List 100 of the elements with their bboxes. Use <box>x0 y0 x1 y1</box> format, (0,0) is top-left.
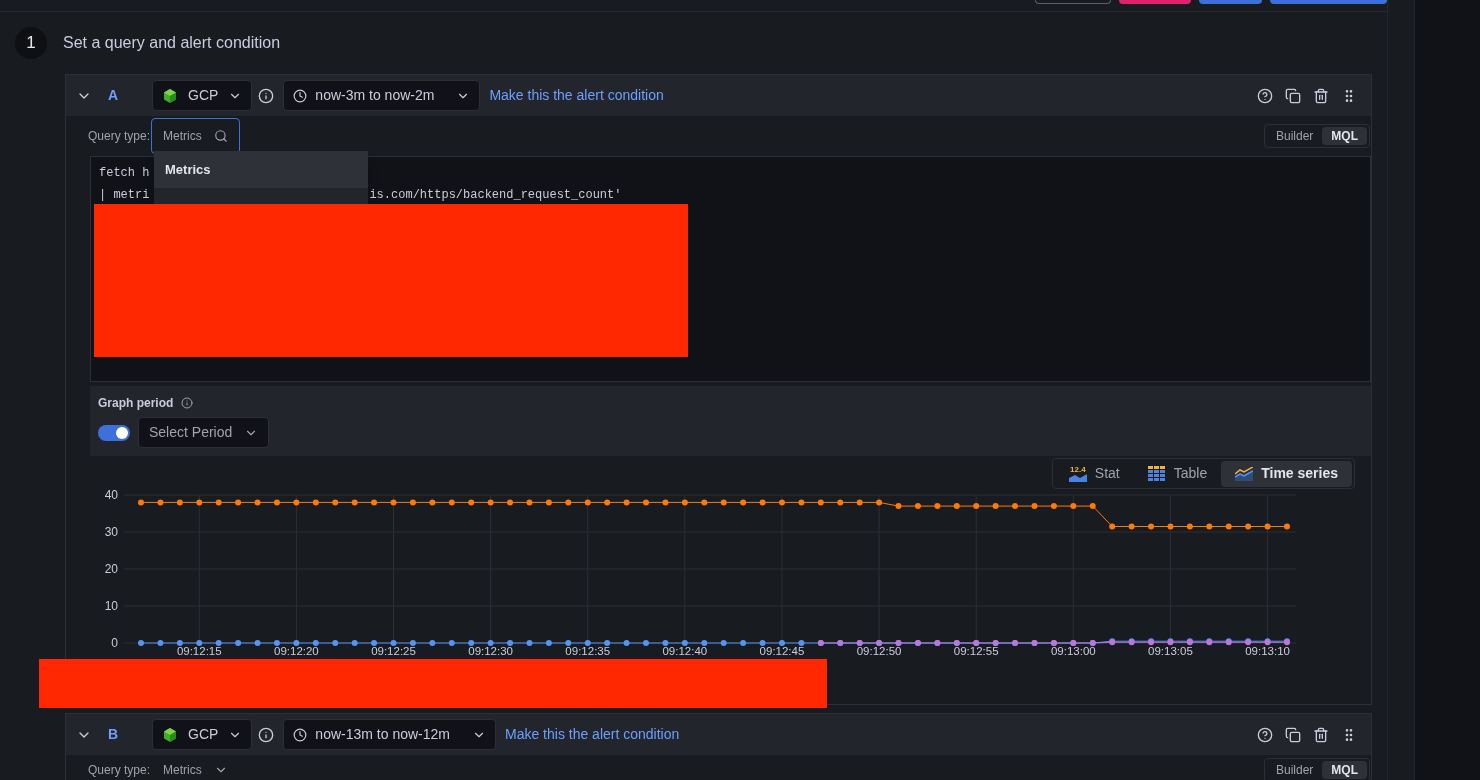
toggle-switch[interactable] <box>98 424 130 441</box>
query-type-select[interactable]: Metrics <box>151 752 240 780</box>
duplicate-icon[interactable] <box>1285 726 1301 743</box>
alert-condition-link[interactable]: Make this the alert condition <box>504 724 680 745</box>
y-axis-label: 40 <box>104 489 118 502</box>
point <box>273 640 280 646</box>
point <box>1225 523 1232 530</box>
point <box>584 499 591 506</box>
editor-mode-option[interactable]: MQL <box>1322 127 1367 145</box>
point <box>643 640 650 646</box>
point <box>487 499 494 506</box>
point <box>759 499 766 506</box>
delete-icon[interactable] <box>1313 726 1329 743</box>
x-axis-label: 09:13:10 <box>1245 645 1290 657</box>
point <box>740 640 747 646</box>
x-axis-label: 09:12:30 <box>468 645 513 657</box>
point <box>681 499 688 506</box>
point <box>371 640 378 646</box>
table-icon <box>1147 465 1166 482</box>
point <box>876 499 883 506</box>
point <box>351 499 358 506</box>
y-axis-label: 20 <box>104 562 118 576</box>
point <box>1186 523 1193 530</box>
delete-icon[interactable] <box>1313 87 1329 104</box>
help-icon[interactable] <box>1257 87 1273 104</box>
point <box>701 640 708 646</box>
clock-icon <box>293 727 308 742</box>
point <box>157 499 164 506</box>
point <box>196 499 203 506</box>
x-axis-label: 09:13:00 <box>1050 645 1096 657</box>
point <box>643 499 650 506</box>
point <box>293 499 300 506</box>
point <box>215 499 222 506</box>
help-icon[interactable] <box>1257 726 1273 743</box>
point <box>468 640 475 646</box>
point <box>1050 503 1057 510</box>
point <box>176 640 183 646</box>
point <box>1089 503 1096 510</box>
point <box>312 640 319 646</box>
point <box>409 499 416 506</box>
point <box>778 499 785 506</box>
point <box>545 640 552 646</box>
point <box>1109 523 1116 530</box>
line-chart-icon <box>1235 466 1254 481</box>
point <box>1284 523 1290 530</box>
hexagon-logo-icon <box>162 87 178 104</box>
x-axis-label: 09:12:55 <box>953 645 999 657</box>
toolbar-button[interactable] <box>1199 0 1262 4</box>
point <box>953 503 960 510</box>
visualization-option[interactable]: 12.4 Stat <box>1054 460 1134 487</box>
point <box>681 640 688 646</box>
point <box>507 499 514 506</box>
clock-icon <box>293 88 308 103</box>
point <box>623 499 630 506</box>
alert-condition-link[interactable]: Make this the alert condition <box>489 85 664 106</box>
editor-mode-option[interactable]: Builder <box>1266 127 1323 145</box>
point <box>371 499 378 506</box>
point <box>720 499 727 506</box>
point <box>720 640 727 646</box>
y-axis-label: 0 <box>111 636 118 650</box>
point <box>1070 503 1077 510</box>
point <box>817 499 824 506</box>
point <box>409 640 416 646</box>
point <box>740 499 747 506</box>
code-text: | metri <box>99 187 150 204</box>
editor-mode-option[interactable]: Builder <box>1266 761 1323 779</box>
point <box>895 503 902 510</box>
info-icon[interactable] <box>258 87 275 104</box>
point <box>798 499 805 506</box>
step-title: Set a query and alert condition <box>63 33 281 53</box>
point <box>487 640 494 646</box>
datasource-picker[interactable]: GCP <box>152 80 253 111</box>
point <box>1128 523 1135 530</box>
point <box>196 640 203 646</box>
point <box>390 640 397 646</box>
visualization-option[interactable]: Time series <box>1221 460 1352 487</box>
point <box>1264 523 1271 530</box>
duplicate-icon[interactable] <box>1285 87 1301 104</box>
point <box>235 499 242 506</box>
point <box>992 503 999 510</box>
point <box>837 499 844 506</box>
point <box>759 640 766 646</box>
time-range-picker[interactable]: now-13m to now-12m <box>283 719 496 750</box>
visualization-option[interactable]: Table <box>1133 460 1222 487</box>
info-icon[interactable] <box>181 397 194 409</box>
datasource-picker[interactable]: GCP <box>152 719 253 750</box>
period-select[interactable]: Select Period <box>138 417 270 448</box>
point <box>138 640 144 646</box>
point <box>856 499 863 506</box>
step-number: 1 <box>15 27 47 59</box>
query-type-label: Query type: <box>88 128 151 145</box>
editor-mode-option[interactable]: MQL <box>1322 761 1367 779</box>
time-range-picker[interactable]: now-3m to now-2m <box>283 80 481 111</box>
x-axis-label: 09:13:05 <box>1148 645 1193 657</box>
point <box>351 640 358 646</box>
dropdown-option[interactable]: Metrics <box>154 151 368 188</box>
x-axis-label: 09:12:15 <box>176 645 222 657</box>
point <box>526 499 533 506</box>
info-icon[interactable] <box>258 726 275 743</box>
point <box>1206 523 1213 530</box>
